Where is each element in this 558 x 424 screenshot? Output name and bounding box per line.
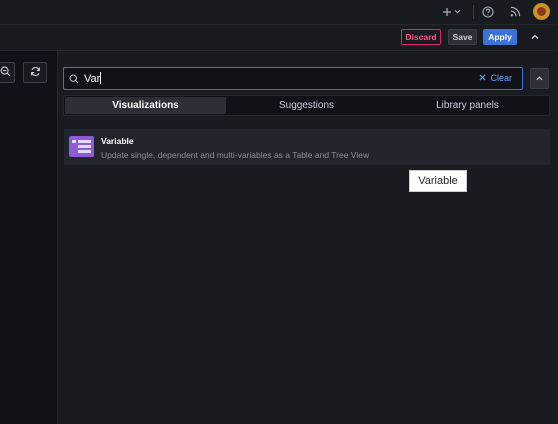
- visualization-picker-pane: Var Clear Visualizations Suggestions Lib…: [58, 51, 558, 424]
- zoom-out-button[interactable]: [0, 62, 15, 83]
- save-button[interactable]: Save: [448, 29, 477, 45]
- close-icon: [479, 73, 487, 83]
- search-input-value: Var: [84, 73, 101, 85]
- clear-button[interactable]: Clear: [479, 73, 512, 83]
- refresh-icon: [30, 66, 41, 80]
- avatar[interactable]: [533, 3, 550, 20]
- panel-preview-pane: [0, 51, 58, 424]
- top-nav-bar: [0, 0, 558, 25]
- plus-icon[interactable]: [441, 3, 453, 20]
- visualization-title: Variable: [101, 136, 134, 146]
- chevron-up-icon[interactable]: [530, 31, 540, 45]
- help-icon[interactable]: [481, 3, 495, 20]
- visualization-search[interactable]: Var Clear: [63, 67, 523, 90]
- zoom-out-icon: [0, 66, 11, 80]
- variable-plugin-icon: [69, 136, 94, 157]
- collapse-picker-button[interactable]: [530, 68, 549, 89]
- tooltip: Variable: [409, 170, 467, 192]
- visualization-description: Update single, dependent and multi-varia…: [101, 150, 370, 160]
- chevron-up-icon: [535, 72, 544, 86]
- text-caret: [100, 72, 102, 84]
- chevron-down-icon[interactable]: [453, 3, 462, 20]
- apply-button[interactable]: Apply: [483, 29, 517, 45]
- panel-edit-toolbar: Discard Save Apply: [0, 25, 558, 51]
- divider: [473, 5, 474, 19]
- picker-tabs: Visualizations Suggestions Library panel…: [63, 95, 550, 116]
- search-input[interactable]: Var: [84, 72, 102, 85]
- search-icon: [69, 73, 79, 87]
- tab-library-panels[interactable]: Library panels: [387, 97, 548, 114]
- tab-visualizations[interactable]: Visualizations: [65, 97, 226, 114]
- clear-label: Clear: [490, 73, 512, 83]
- visualization-card-variable[interactable]: Variable Update single, dependent and mu…: [64, 129, 550, 165]
- tab-suggestions[interactable]: Suggestions: [226, 97, 387, 114]
- rss-icon[interactable]: [508, 3, 522, 20]
- refresh-button[interactable]: [23, 62, 47, 83]
- discard-button[interactable]: Discard: [401, 29, 441, 45]
